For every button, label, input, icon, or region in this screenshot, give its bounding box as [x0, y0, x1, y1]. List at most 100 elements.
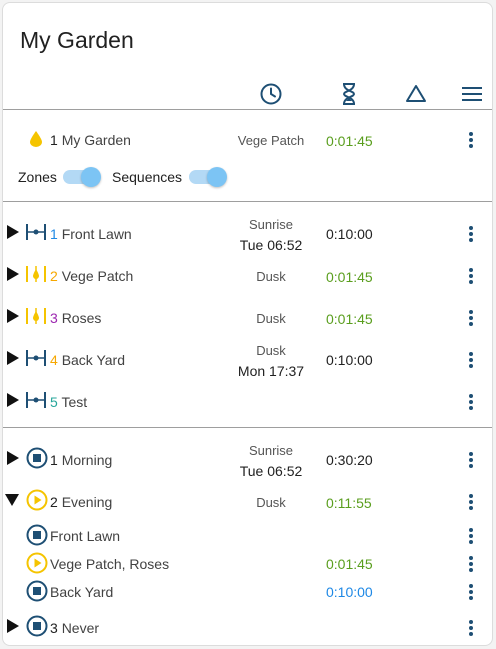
- zone-more-button[interactable]: [466, 308, 476, 328]
- zone-row[interactable]: 4 Back Yard Dusk Mon 17:37 0:10:00: [3, 337, 492, 379]
- controller-more-button[interactable]: [466, 130, 476, 150]
- zone-next-run: Mon 17:37: [237, 363, 305, 379]
- zone-more-button[interactable]: [466, 224, 476, 244]
- zone-name: Vege Patch: [61, 268, 134, 284]
- zone-off-icon: [25, 348, 47, 368]
- expand-arrow-icon[interactable]: [7, 267, 19, 281]
- sequences-toggle-knob: [207, 167, 227, 187]
- zone-title: 4 Back Yard: [50, 352, 125, 368]
- zone-schedule: Dusk: [256, 269, 286, 284]
- hourglass-icon[interactable]: [336, 81, 362, 107]
- zone-duration: 0:01:45: [326, 311, 373, 327]
- stop-circle-icon: [26, 447, 48, 469]
- zone-index: 1: [50, 226, 58, 242]
- controller-title: 1 My Garden: [50, 132, 131, 148]
- zone-running-icon: [25, 264, 47, 284]
- sequences-label: Sequences: [112, 169, 183, 185]
- sequence-zone-duration: 0:10:00: [326, 584, 373, 600]
- sequence-next-run: Tue 06:52: [239, 463, 303, 479]
- sequence-index: 3: [50, 620, 58, 636]
- expand-arrow-icon[interactable]: [7, 309, 19, 323]
- zone-running-icon: [25, 306, 47, 326]
- zones-toggle[interactable]: [63, 167, 101, 187]
- zone-row[interactable]: 3 Roses Dusk 0:01:45: [3, 295, 492, 337]
- zone-off-icon: [25, 390, 47, 410]
- zone-duration: 0:10:00: [326, 226, 373, 242]
- sequence-row[interactable]: 2 Evening Dusk 0:11:55: [3, 479, 492, 521]
- zone-more-button[interactable]: [466, 392, 476, 412]
- stop-circle-icon: [26, 580, 48, 602]
- sequence-title: 1 Morning: [50, 452, 112, 468]
- sequence-schedule: Sunrise: [248, 443, 294, 458]
- zone-index: 3: [50, 310, 58, 326]
- zone-title: 2 Vege Patch: [50, 268, 133, 284]
- sequence-zone-more-button[interactable]: [466, 582, 476, 602]
- zone-index: 2: [50, 268, 58, 284]
- zone-off-icon: [25, 222, 47, 242]
- sequence-zone-name: Front Lawn: [50, 528, 121, 544]
- zone-schedule: Sunrise: [248, 217, 294, 232]
- zone-duration: 0:01:45: [326, 269, 373, 285]
- triangle-icon[interactable]: [403, 81, 429, 107]
- sequence-title: 2 Evening: [50, 494, 112, 510]
- zone-more-button[interactable]: [466, 266, 476, 286]
- sequence-name: Morning: [61, 452, 113, 468]
- zone-row[interactable]: 1 Front Lawn Sunrise Tue 06:52 0:10:00: [3, 211, 492, 253]
- sequence-more-button[interactable]: [466, 618, 476, 638]
- sequence-zone-more-button[interactable]: [466, 554, 476, 574]
- sequence-zone-row[interactable]: Front Lawn: [3, 521, 492, 549]
- controller-row[interactable]: 1 My Garden Vege Patch 0:01:45: [3, 119, 492, 161]
- stop-circle-icon: [26, 524, 48, 546]
- sequence-row[interactable]: 1 Morning Sunrise Tue 06:52 0:30:20: [3, 437, 492, 479]
- zone-name: Front Lawn: [61, 226, 132, 242]
- sequence-index: 2: [50, 494, 58, 510]
- sequence-row[interactable]: 3 Never: [3, 605, 492, 645]
- zone-schedule: Dusk: [256, 311, 286, 326]
- zone-title: 5 Test: [50, 394, 87, 410]
- play-circle-icon: [26, 489, 48, 511]
- sequence-zone-name: Vege Patch, Roses: [50, 556, 170, 572]
- zone-index: 4: [50, 352, 58, 368]
- expand-arrow-icon[interactable]: [7, 451, 19, 465]
- sequence-more-button[interactable]: [466, 492, 476, 512]
- expand-arrow-icon[interactable]: [7, 225, 19, 239]
- expand-arrow-icon[interactable]: [7, 351, 19, 365]
- zone-name: Back Yard: [61, 352, 125, 368]
- sequence-index: 1: [50, 452, 58, 468]
- expand-arrow-icon[interactable]: [7, 393, 19, 407]
- card-title: My Garden: [20, 27, 134, 53]
- zone-next-run: Tue 06:52: [239, 237, 303, 253]
- zones-divider: [3, 201, 492, 202]
- zones-label: Zones: [18, 169, 57, 185]
- water-drop-icon: [30, 131, 42, 147]
- garden-card: My Garden 1 My Garden Vege Patch 0:01:45…: [2, 2, 493, 646]
- sequences-toggle[interactable]: [189, 167, 227, 187]
- sequence-more-button[interactable]: [466, 450, 476, 470]
- menu-icon[interactable]: [459, 81, 485, 107]
- sequence-name: Evening: [61, 494, 113, 510]
- expand-arrow-icon[interactable]: [7, 619, 19, 633]
- play-circle-icon: [26, 552, 48, 574]
- zone-duration: 0:10:00: [326, 352, 373, 368]
- sequence-zone-row[interactable]: Vege Patch, Roses 0:01:45: [3, 549, 492, 577]
- sequence-zone-duration: 0:01:45: [326, 556, 373, 572]
- sequences-divider: [3, 427, 492, 428]
- controller-index: 1: [50, 132, 58, 148]
- stop-circle-icon: [26, 615, 48, 637]
- clock-icon[interactable]: [258, 81, 284, 107]
- sequence-zone-row[interactable]: Back Yard 0:10:00: [3, 577, 492, 605]
- zone-row[interactable]: 2 Vege Patch Dusk 0:01:45: [3, 253, 492, 295]
- zone-name: Test: [61, 394, 88, 410]
- zone-title: 1 Front Lawn: [50, 226, 132, 242]
- zone-row[interactable]: 5 Test: [3, 379, 492, 421]
- zone-name: Roses: [61, 310, 102, 326]
- sequence-duration: 0:11:55: [326, 495, 372, 511]
- zone-more-button[interactable]: [466, 350, 476, 370]
- sequence-zone-more-button[interactable]: [466, 526, 476, 546]
- sequence-zone-name: Back Yard: [50, 584, 114, 600]
- controller-duration: 0:01:45: [326, 133, 373, 149]
- zones-toggle-knob: [81, 167, 101, 187]
- zone-index: 5: [50, 394, 58, 410]
- zone-title: 3 Roses: [50, 310, 101, 326]
- collapse-arrow-icon[interactable]: [5, 494, 19, 506]
